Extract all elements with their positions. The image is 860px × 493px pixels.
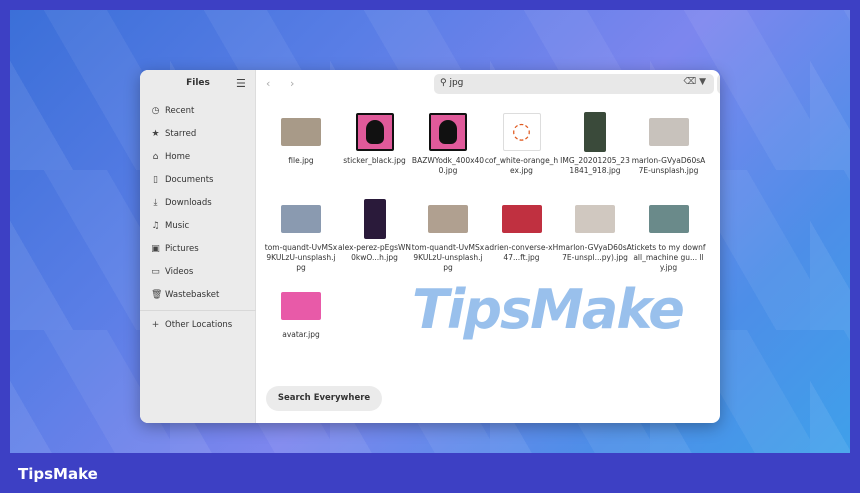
file-item[interactable]: file.jpg xyxy=(264,112,338,166)
file-name: BAZWYodk_400x400.jpg xyxy=(411,156,485,175)
star-icon: ★ xyxy=(151,129,160,139)
file-name: marlon-GVyaD60sA7E-unspl...py).jpg xyxy=(558,243,632,262)
file-thumbnail xyxy=(428,199,468,239)
file-item[interactable]: adrien-converse-xH47...ft.jpg xyxy=(485,199,559,263)
music-icon: ♫ xyxy=(151,221,160,231)
file-thumbnail xyxy=(281,286,321,326)
sidebar-item-label: Videos xyxy=(165,267,194,277)
file-thumbnail xyxy=(281,112,321,152)
file-name: IMG_20201205_231841_918.jpg xyxy=(560,156,630,175)
file-thumbnail xyxy=(648,112,689,152)
sidebar-item-music[interactable]: ♫ Music xyxy=(151,221,189,231)
video-icon: ▭ xyxy=(151,267,160,277)
file-item[interactable]: tickets to my downfall_machine gu... lly… xyxy=(632,199,706,273)
sidebar-item-downloads[interactable]: ⤓ Downloads xyxy=(151,198,212,208)
home-icon: ⌂ xyxy=(152,152,159,162)
plus-icon: + xyxy=(151,320,160,330)
files-window: Files ☰ ◷ Recent ★ Starred ⌂ Home ▯ Documents ⤓ D… xyxy=(140,70,720,423)
file-name: sticker_black.jpg xyxy=(343,156,406,165)
sidebar-divider xyxy=(140,310,256,311)
file-thumbnail xyxy=(575,199,615,239)
sidebar-item-wastebasket[interactable]: 🗑 Wastebasket xyxy=(151,290,219,300)
file-thumbnail xyxy=(575,112,615,152)
sidebar-item-other-locations[interactable]: + Other Locations xyxy=(151,320,233,330)
trash-icon: 🗑 xyxy=(151,290,163,300)
file-name: tom-quandt-UvMSx9KULzU-unsplash.jpg xyxy=(411,243,485,272)
search-value: jpg xyxy=(449,78,464,88)
file-name: marlon-GVyaD60sA7E-unsplash.jpg xyxy=(631,156,706,175)
sidebar-item-label: Pictures xyxy=(165,244,199,254)
file-thumbnail xyxy=(648,199,689,239)
sidebar-item-documents[interactable]: ▯ Documents xyxy=(151,175,213,185)
clock-icon: ◷ xyxy=(151,106,160,116)
document-icon: ▯ xyxy=(153,175,158,185)
hamburger-menu-icon[interactable]: ☰ xyxy=(236,77,246,90)
file-item[interactable]: alex-perez-pEgsWN0kwO...h.jpg xyxy=(338,199,412,263)
search-everywhere-button[interactable]: Search Everywhere xyxy=(266,386,382,411)
sidebar-item-label: Starred xyxy=(165,129,197,139)
sidebar-item-label: Wastebasket xyxy=(165,290,220,300)
file-item[interactable]: BAZWYodk_400x400.jpg xyxy=(411,112,485,176)
search-icon: ⚲ xyxy=(440,78,447,88)
header-bar: ‹ › ⚲ jpg ⌫ ▼ ⚲ ☷ ▼ – ✕ xyxy=(256,70,720,98)
file-item[interactable]: IMG_20201205_231841_918.jpg xyxy=(558,112,632,176)
sidebar-item-pictures[interactable]: ▣ Pictures xyxy=(151,244,199,254)
download-icon: ⤓ xyxy=(153,198,158,208)
file-item[interactable]: marlon-GVyaD60sA7E-unsplash.jpg xyxy=(632,112,706,176)
sidebar-item-label: Documents xyxy=(165,175,214,185)
back-button[interactable]: ‹ xyxy=(266,77,270,90)
file-item[interactable]: avatar.jpg xyxy=(264,286,338,340)
search-input[interactable]: ⚲ jpg ⌫ ▼ xyxy=(434,74,714,94)
forward-button[interactable]: › xyxy=(290,77,294,90)
file-name: tom-quandt-UvMSx9KULzU-unsplash.jpg xyxy=(264,243,338,272)
file-item[interactable]: marlon-GVyaD60sA7E-unspl...py).jpg xyxy=(558,199,632,263)
sidebar-item-label: Downloads xyxy=(165,198,212,208)
file-thumbnail xyxy=(281,199,321,239)
sidebar-item-recent[interactable]: ◷ Recent xyxy=(151,106,195,116)
sidebar-item-starred[interactable]: ★ Starred xyxy=(151,129,196,139)
sidebar-item-label: Music xyxy=(165,221,190,231)
picture-icon: ▣ xyxy=(151,244,160,254)
file-name: avatar.jpg xyxy=(282,330,320,339)
file-thumbnail xyxy=(355,199,395,239)
search-toggle-button[interactable]: ⚲ xyxy=(717,74,720,94)
file-item[interactable]: tom-quandt-UvMSx9KULzU-unsplash.jpg xyxy=(411,199,485,273)
file-thumbnail xyxy=(501,199,542,239)
file-thumbnail xyxy=(428,112,468,152)
sidebar-item-videos[interactable]: ▭ Videos xyxy=(151,267,193,277)
file-item[interactable]: tom-quandt-UvMSx9KULzU-unsplash.jpg xyxy=(264,199,338,273)
file-thumbnail: ◌ xyxy=(502,112,542,152)
clear-icon[interactable]: ⌫ xyxy=(683,77,696,87)
file-name: alex-perez-pEgsWN0kwO...h.jpg xyxy=(337,243,412,262)
file-name: adrien-converse-xH47...ft.jpg xyxy=(484,243,559,262)
file-name: tickets to my downfall_machine gu... lly… xyxy=(631,243,706,272)
file-thumbnail xyxy=(355,112,395,152)
sidebar-item-label: Recent xyxy=(165,106,195,116)
sidebar: Files ☰ ◷ Recent ★ Starred ⌂ Home ▯ Documents ⤓ D… xyxy=(140,70,256,423)
file-item[interactable]: sticker_black.jpg xyxy=(338,112,412,166)
file-item[interactable]: ◌ cof_white-orange_hex.jpg xyxy=(485,112,559,176)
file-name: cof_white-orange_hex.jpg xyxy=(484,156,559,175)
file-name: file.jpg xyxy=(288,156,314,165)
filter-icon[interactable]: ▼ xyxy=(699,77,706,87)
sidebar-item-label: Home xyxy=(165,152,191,162)
brand-logo: TipsMake xyxy=(18,465,98,483)
sidebar-item-home[interactable]: ⌂ Home xyxy=(151,152,190,162)
watermark: TipsMake xyxy=(412,278,685,341)
